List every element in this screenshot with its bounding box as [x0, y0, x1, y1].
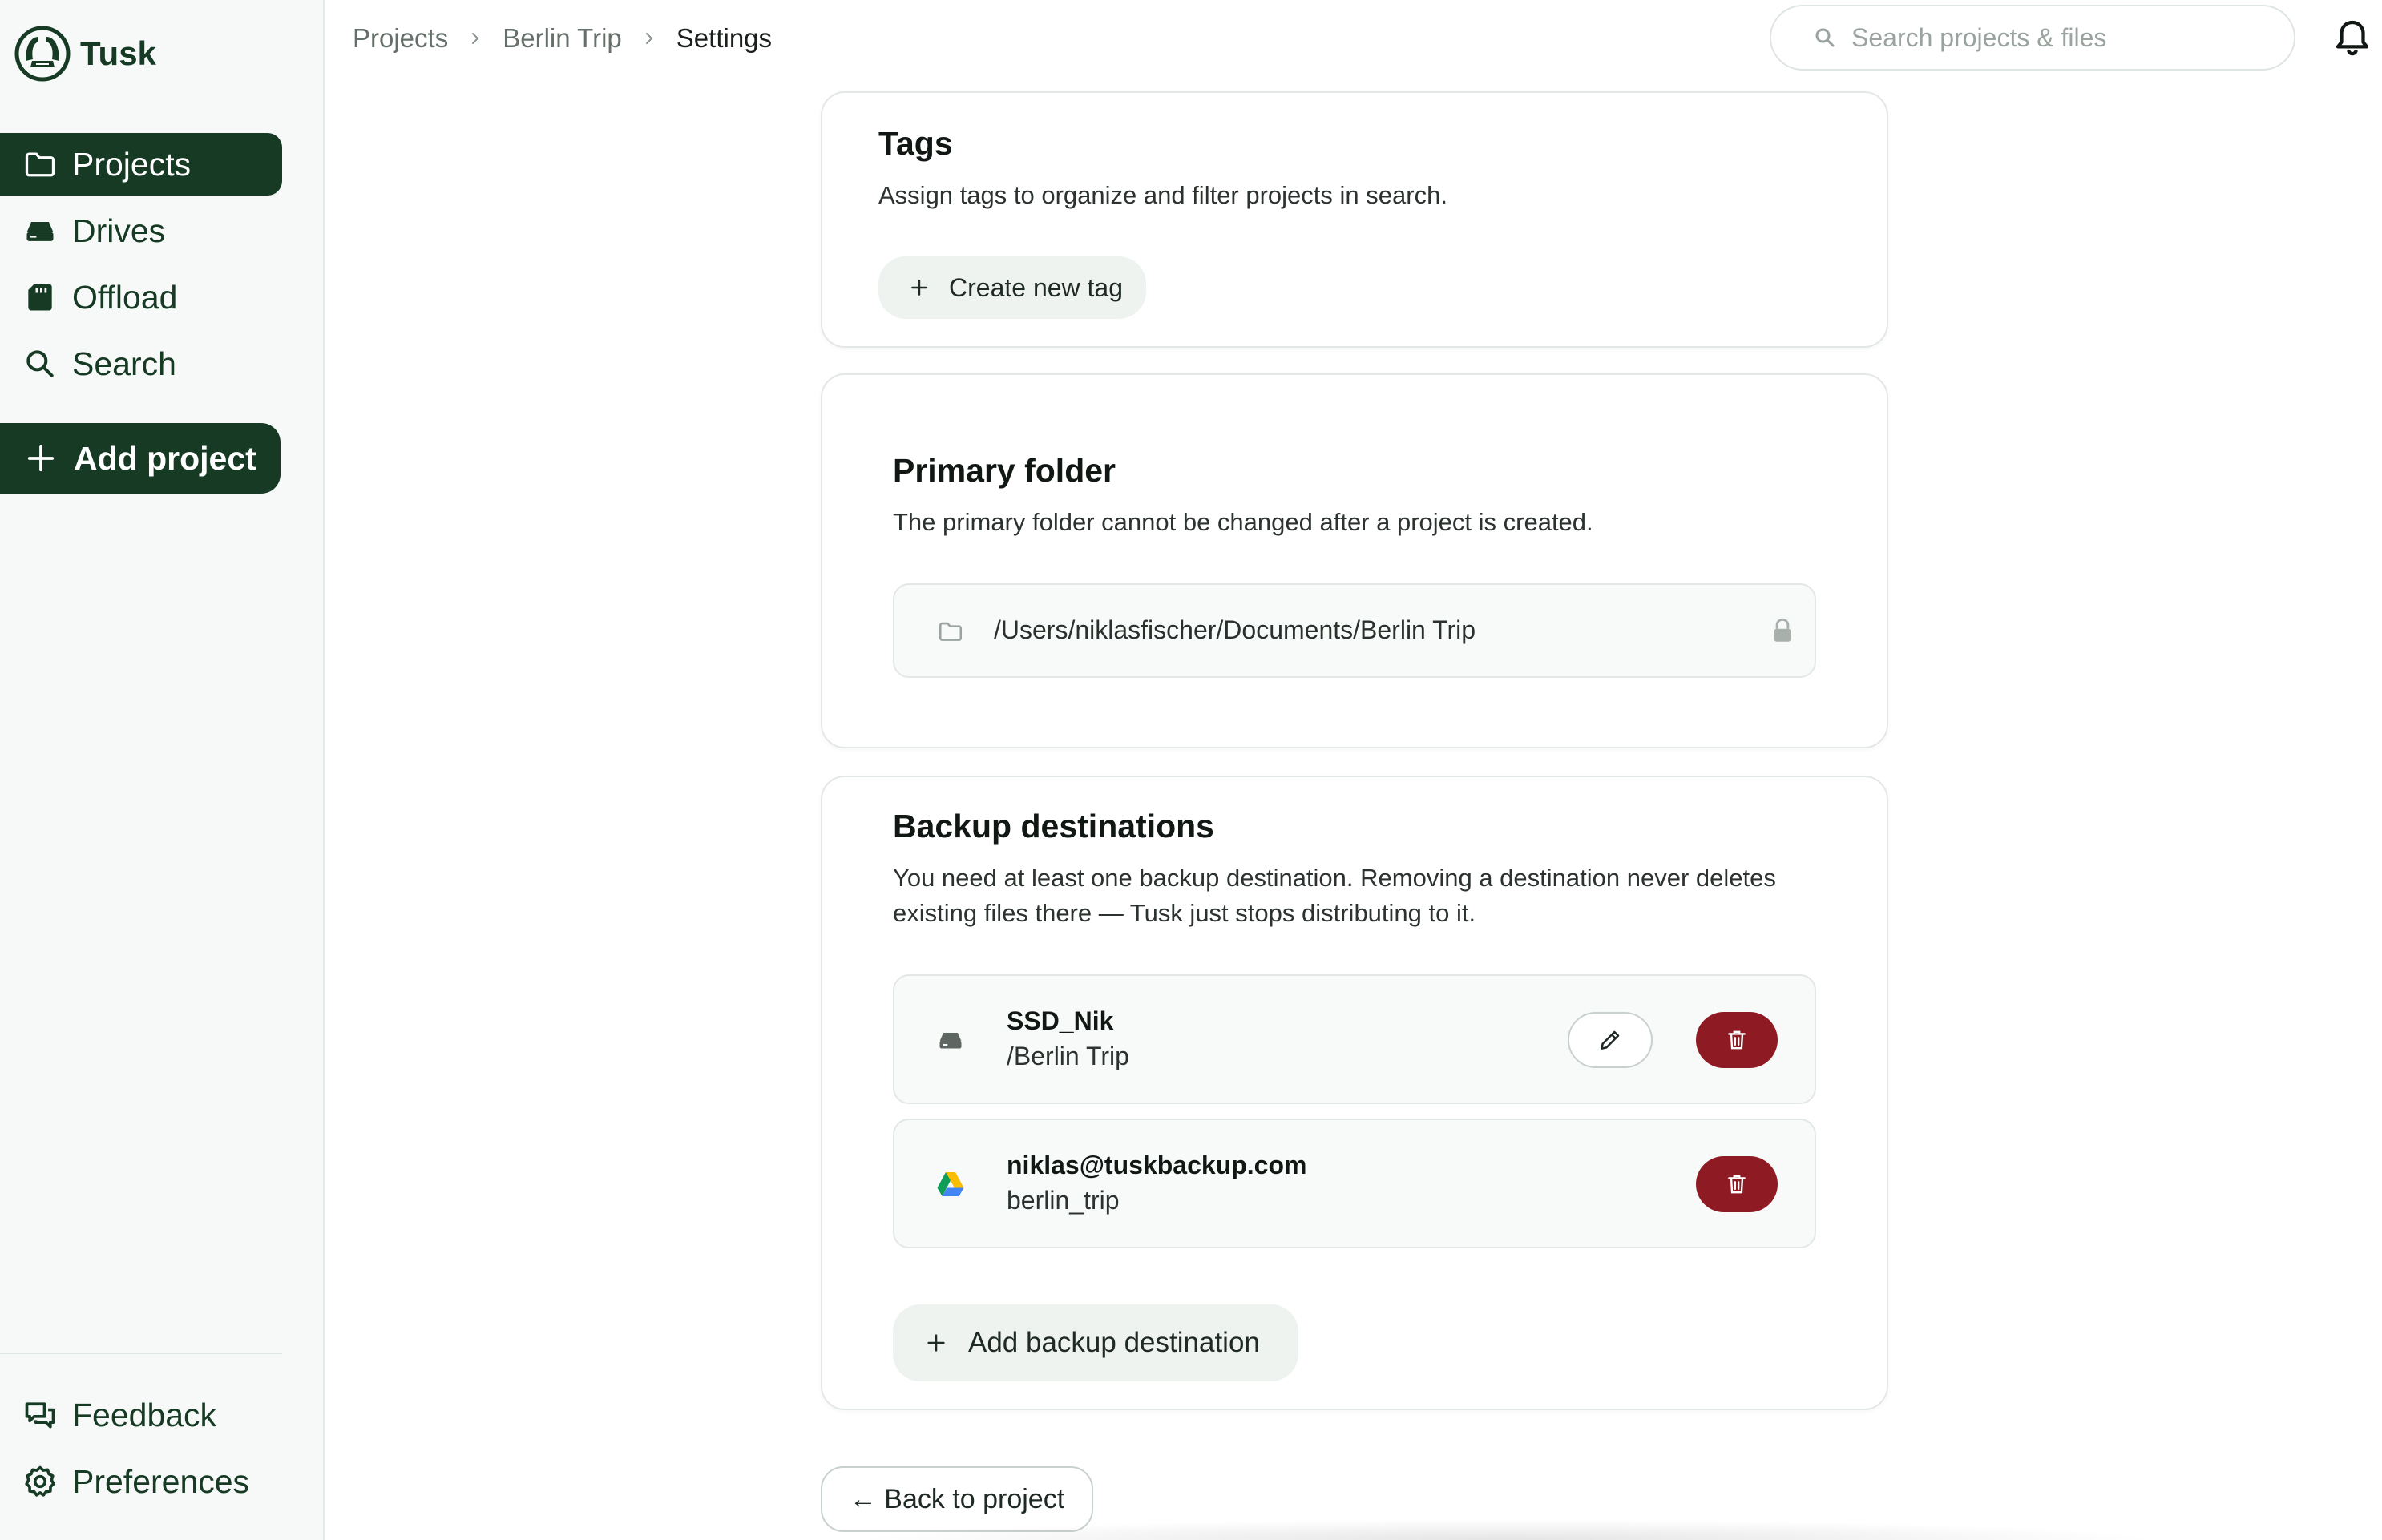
sidebar-item-label: Feedback [72, 1396, 217, 1433]
search-input[interactable] [1851, 22, 2268, 53]
chevron-right-icon [472, 33, 479, 44]
app-name: Tusk [80, 34, 156, 72]
gear-icon [25, 1465, 55, 1497]
tusk-logo-icon [14, 26, 71, 82]
app-window: Tusk Projects Drives Offload Search Add … [0, 0, 2382, 1540]
destination-name: niklas@tuskbackup.com [1007, 1151, 1307, 1179]
lock-icon [1774, 618, 1791, 642]
sidebar-item-projects[interactable]: Projects [0, 133, 282, 196]
drive-icon [26, 222, 54, 241]
destination-path: berlin_trip [1007, 1186, 1120, 1215]
drive-icon [939, 1033, 962, 1049]
search-icon [1815, 28, 1835, 47]
tags-description: Assign tags to organize and filter proje… [878, 181, 1447, 209]
trash-icon [1728, 1175, 1746, 1194]
scroll-shadow [850, 1519, 2164, 1540]
chevron-right-icon [645, 33, 653, 44]
create-tag-label: Create new tag [949, 272, 1124, 302]
backup-description-line-2: existing files there — Tusk just stops d… [893, 899, 1476, 927]
sidebar-item-label: Preferences [72, 1462, 250, 1500]
folder-icon [25, 152, 55, 177]
add-project-button[interactable]: Add project [0, 423, 281, 494]
folder-icon [939, 622, 963, 641]
trash-icon [1728, 1030, 1746, 1050]
add-backup-destination-button[interactable]: Add backup destination [893, 1304, 1298, 1381]
chat-bubbles-icon [25, 1402, 55, 1429]
delete-destination-button[interactable] [1696, 1012, 1778, 1068]
plus-icon [27, 445, 55, 472]
destination-row: niklas@tuskbackup.com berlin_trip [893, 1119, 1816, 1248]
backup-title: Backup destinations [893, 808, 1214, 845]
create-tag-button[interactable]: Create new tag [878, 256, 1146, 319]
search-icon [26, 350, 54, 377]
sidebar-item-preferences[interactable]: Preferences [0, 1450, 282, 1513]
primary-folder-description: The primary folder cannot be changed aft… [893, 508, 1593, 536]
tags-card: Tags Assign tags to organize and filter … [821, 91, 1888, 348]
primary-folder-title: Primary folder [893, 452, 1116, 489]
brand[interactable]: Tusk [14, 26, 156, 82]
sidebar-item-label: Search [72, 345, 176, 382]
add-backup-destination-label: Add backup destination [968, 1327, 1260, 1358]
primary-folder-path-field: /Users/niklasfischer/Documents/Berlin Tr… [893, 583, 1816, 678]
destination-name: SSD_Nik [1007, 1006, 1114, 1035]
google-drive-icon [937, 1172, 964, 1196]
primary-folder-path: /Users/niklasfischer/Documents/Berlin Tr… [994, 615, 1476, 644]
sidebar-item-offload[interactable]: Offload [0, 266, 282, 329]
breadcrumb-current: Settings [676, 23, 773, 53]
breadcrumb-projects[interactable]: Projects [353, 23, 448, 54]
pencil-icon [1601, 1030, 1620, 1050]
sidebar-item-label: Offload [72, 278, 178, 316]
tags-title: Tags [878, 125, 953, 162]
breadcrumb-project[interactable]: Berlin Trip [503, 23, 622, 54]
plus-icon [911, 280, 927, 296]
breadcrumb: Projects Berlin Trip Settings [353, 18, 772, 59]
notifications-bell-icon[interactable] [2331, 14, 2374, 59]
backup-destinations-card: Backup destinations You need at least on… [821, 776, 1888, 1410]
back-to-project-label: ← Back to project [849, 1483, 1065, 1514]
add-project-label: Add project [74, 439, 256, 477]
sd-card-icon [28, 284, 52, 311]
primary-folder-card: Primary folder The primary folder cannot… [821, 373, 1888, 748]
sidebar-item-feedback[interactable]: Feedback [0, 1384, 282, 1446]
destination-path: /Berlin Trip [1007, 1042, 1129, 1070]
sidebar-item-label: Drives [72, 212, 166, 249]
search-bar[interactable] [1770, 5, 2295, 71]
sidebar-item-drives[interactable]: Drives [0, 200, 282, 262]
edit-destination-button[interactable] [1568, 1012, 1653, 1068]
plus-icon [927, 1334, 945, 1352]
sidebar-divider [0, 1353, 282, 1354]
sidebar: Tusk Projects Drives Offload Search Add … [0, 0, 325, 1540]
delete-destination-button[interactable] [1696, 1156, 1778, 1212]
sidebar-item-label: Projects [72, 145, 192, 183]
backup-description-line-1: You need at least one backup destination… [893, 864, 1776, 892]
destination-row: SSD_Nik /Berlin Trip [893, 974, 1816, 1104]
sidebar-item-search[interactable]: Search [0, 333, 282, 395]
